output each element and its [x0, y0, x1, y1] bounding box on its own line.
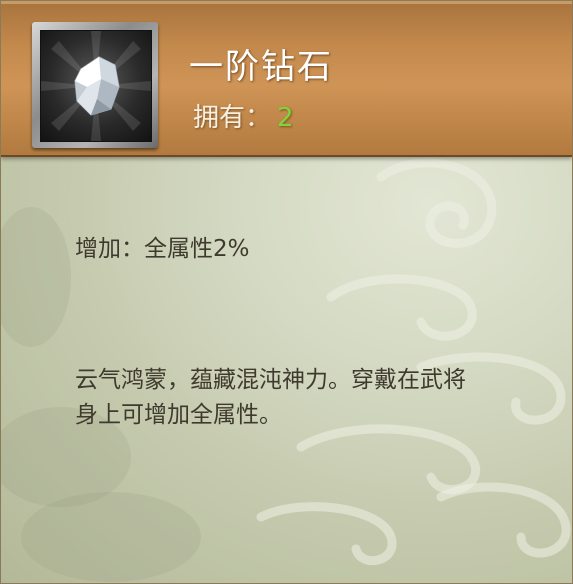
item-icon-slot [40, 30, 152, 142]
item-icon-frame[interactable] [32, 22, 158, 148]
owned-count-row: 拥有： 2 [193, 97, 294, 134]
white-diamond-gem-icon [41, 31, 151, 141]
item-description: 云气鸿蒙，蕴藏混沌神力。穿戴在武将身上可增加全属性。 [75, 367, 466, 428]
item-name: 一阶钻石 [189, 47, 333, 87]
owned-count-value: 2 [277, 103, 294, 133]
item-stat-bonus: 增加：全属性2% [75, 236, 250, 262]
header-highlight [1, 1, 572, 4]
owned-label: 拥有： [193, 103, 272, 133]
item-tooltip-panel: 一阶钻石 拥有： 2 增加：全属性2% 云气鸿蒙，蕴藏混沌神力。穿戴在武将身上可增… [0, 0, 573, 584]
item-header: 一阶钻石 拥有： 2 [1, 1, 572, 157]
